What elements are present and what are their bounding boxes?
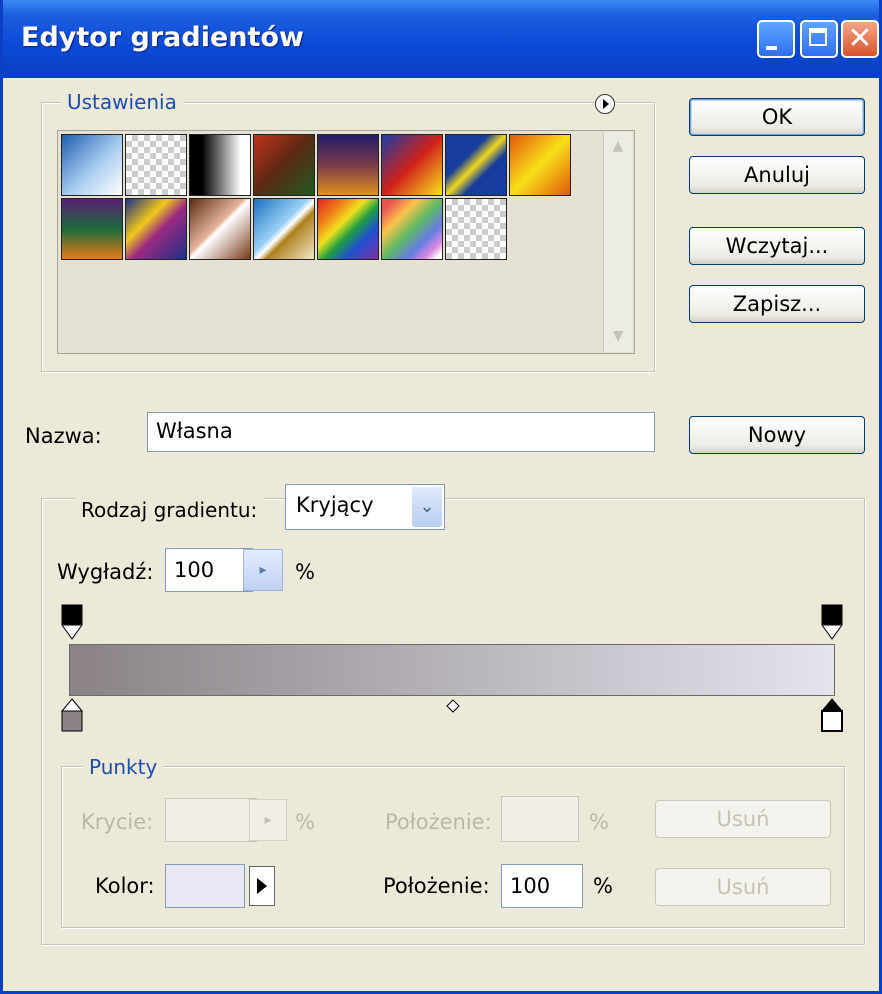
preset-swatch-blue-yellow-blue-2[interactable] [125,198,187,260]
preset-swatch-copper[interactable] [189,198,251,260]
ok-button[interactable]: OK [689,98,865,136]
preset-swatch-black-white[interactable] [189,134,251,196]
opacity-stop-right[interactable] [821,604,843,644]
preset-swatch-transparent-checker[interactable] [445,198,507,260]
gradient-editor-window: Edytor gradientów ✕ Ustawienia ▲ ▼ OK An… [0,0,882,994]
preset-swatch-red-green[interactable] [253,134,315,196]
presets-scrollbar[interactable]: ▲ ▼ [603,132,632,352]
load-button[interactable]: Wczytaj... [689,227,865,265]
color-menu-button[interactable] [249,866,275,906]
window-title: Edytor gradientów [21,22,304,53]
opacity-stop-left[interactable] [61,604,83,644]
diamond-icon [446,699,460,713]
minimize-button[interactable] [757,20,795,58]
preset-swatch-blue-yellow-blue[interactable] [445,134,507,196]
opacity-stop-icon [61,604,83,640]
color-stop-right-selected[interactable] [820,698,844,736]
new-button[interactable]: Nowy [689,416,865,454]
smoothness-stepper-button[interactable]: ▸ [243,549,283,591]
opacity-position-input [501,796,579,842]
preset-swatch-transparent-rainbow[interactable] [381,198,443,260]
opacity-position-unit: % [589,810,609,834]
color-delete-button: Usuń [655,868,831,906]
color-position-label: Położenie: [383,874,490,898]
color-stop-icon [820,698,844,732]
preset-swatch-transparent-stripes[interactable] [125,134,187,196]
color-swatch[interactable] [165,864,245,908]
smoothness-input[interactable]: 100 [165,548,253,592]
gradient-type-select[interactable]: Kryjący ⌄ [285,484,445,530]
name-label: Nazwa: [25,424,102,448]
close-icon: ✕ [847,21,873,56]
cancel-button[interactable]: Anuluj [689,156,865,194]
opacity-input [165,798,257,842]
preset-swatch-blue-red-yellow[interactable] [381,134,443,196]
preset-swatch-orange-yellow-orange[interactable] [509,134,571,196]
scroll-down-arrow[interactable]: ▼ [608,328,628,348]
smoothness-unit: % [295,560,315,584]
preset-swatch-chrome[interactable] [253,198,315,260]
color-label: Kolor: [95,874,155,898]
presets-menu-button[interactable] [595,94,615,114]
preset-swatch-violet-orange[interactable] [317,134,379,196]
opacity-stop-icon [821,604,843,640]
opacity-position-label: Położenie: [385,810,492,834]
color-position-input[interactable]: 100 [501,864,583,908]
smoothness-label: Wygładź: [57,560,154,584]
stops-legend: Punkty [83,755,164,779]
preset-swatch-spectrum[interactable] [317,198,379,260]
preset-swatch-violet-green-orange[interactable] [61,198,123,260]
preset-swatch-blue-white[interactable] [61,134,123,196]
gradient-preview-bar[interactable] [69,644,835,696]
gradient-type-label: Rodzaj gradientu: [75,498,264,522]
scroll-up-arrow[interactable]: ▲ [608,138,628,158]
close-button[interactable]: ✕ [841,20,879,58]
color-stop-icon [60,698,84,732]
opacity-label: Krycie: [81,810,154,834]
save-button[interactable]: Zapisz... [689,285,865,323]
triangle-right-icon [603,99,609,109]
title-bar[interactable]: Edytor gradientów ✕ [3,0,879,78]
chevron-down-icon[interactable]: ⌄ [412,487,442,527]
opacity-delete-button: Usuń [655,800,831,838]
triangle-right-icon [257,878,267,894]
maximize-button[interactable] [800,20,838,58]
midpoint-diamond[interactable] [445,698,461,718]
opacity-unit: % [295,810,315,834]
opacity-stepper-button: ▸ [249,799,287,841]
presets-legend: Ustawienia [61,90,183,114]
color-position-unit: % [593,874,613,898]
gradient-type-value: Kryjący [296,493,374,517]
name-input[interactable]: Własna [147,412,655,452]
color-stop-left[interactable] [60,698,84,736]
